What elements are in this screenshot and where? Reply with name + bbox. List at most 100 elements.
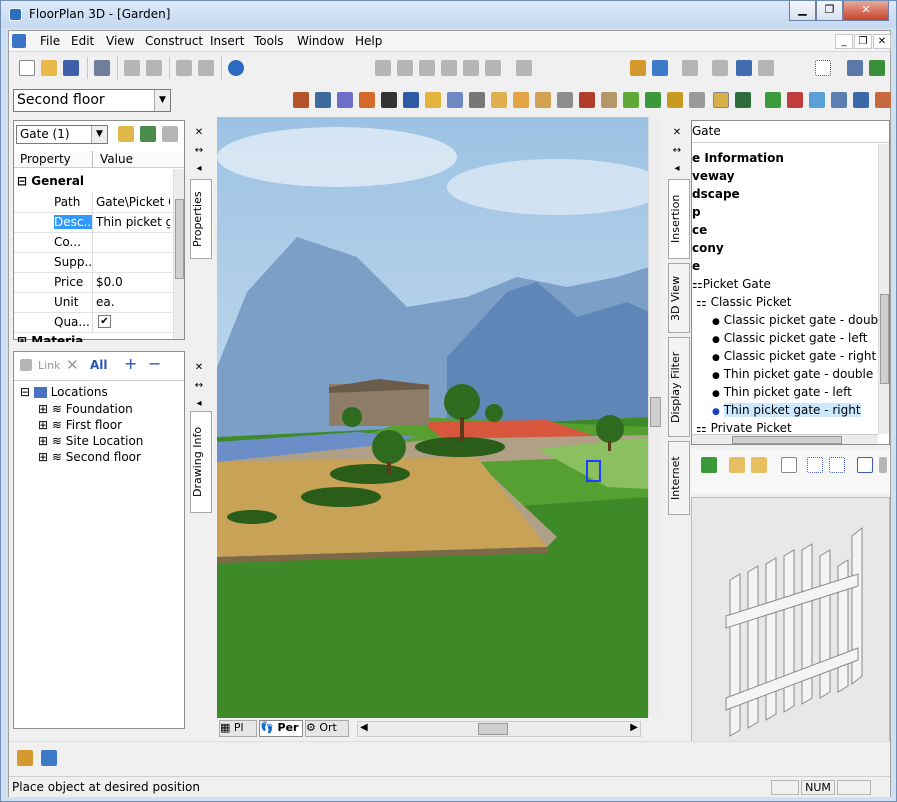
tab-drawing-info[interactable]: Drawing Info <box>190 411 212 513</box>
pointer-icon[interactable] <box>162 126 178 142</box>
text-tool-icon[interactable] <box>682 60 698 76</box>
panel-pin-controls-2[interactable]: ✕ ↔ ◂ <box>192 359 206 413</box>
menu-window[interactable]: Window <box>297 34 344 48</box>
paste-icon[interactable] <box>146 60 162 76</box>
tab-ortho[interactable]: ⚙ Ort <box>305 720 349 737</box>
paint-icon[interactable] <box>831 92 847 108</box>
insertion-vscrollbar[interactable] <box>878 144 889 434</box>
panel-pin-controls[interactable]: ✕ ↔ ◂ <box>192 124 206 178</box>
plant-icon[interactable] <box>735 92 751 108</box>
property-row[interactable]: Path Gate\Picket C <box>14 193 172 213</box>
fence-icon[interactable] <box>713 92 729 108</box>
menu-construct[interactable]: Construct <box>145 34 203 48</box>
eraser-icon[interactable] <box>712 60 728 76</box>
library-item[interactable]: ● Thin picket gate - right <box>712 403 861 417</box>
property-value[interactable]: Thin picket g <box>96 215 170 229</box>
measure-icon[interactable] <box>41 750 57 766</box>
scene-render[interactable] <box>217 117 649 718</box>
collapse-all-button[interactable]: − <box>148 354 161 373</box>
collapse-icon[interactable]: ⊟ <box>17 174 27 188</box>
menu-edit[interactable]: Edit <box>71 34 94 48</box>
right-pin-controls[interactable]: ✕ ↔ ◂ <box>670 124 684 178</box>
tab-insertion[interactable]: Insertion <box>668 179 690 259</box>
col-value[interactable]: Value <box>100 152 133 166</box>
property-row[interactable]: Price $0.0 <box>14 273 172 293</box>
property-row[interactable]: Co... <box>14 233 172 253</box>
mdi-minimize-button[interactable]: _ <box>835 34 853 49</box>
wall-icon[interactable] <box>337 92 353 108</box>
sort-icon[interactable] <box>857 457 873 473</box>
object-select[interactable]: Gate (1) ▼ <box>16 125 108 144</box>
group-material[interactable]: ⊞ Materia <box>17 334 83 342</box>
link-button[interactable]: Link <box>38 359 61 372</box>
expand-icon[interactable]: ⊞ <box>17 334 27 342</box>
menu-tools[interactable]: Tools <box>254 34 284 48</box>
appliance-icon[interactable] <box>557 92 573 108</box>
insertion-hscrollbar[interactable] <box>692 434 878 444</box>
library-item[interactable]: e Information <box>692 151 784 165</box>
expand-all-button[interactable]: + <box>124 354 137 373</box>
layout-icon[interactable] <box>847 60 863 76</box>
terrain-icon[interactable] <box>623 92 639 108</box>
all-button[interactable]: All <box>90 358 108 372</box>
delete-icon[interactable]: ✕ <box>66 356 79 374</box>
save-icon[interactable] <box>63 60 79 76</box>
property-row[interactable]: Qua... ✔ <box>14 313 172 333</box>
library-item[interactable]: cony <box>692 241 724 255</box>
expand-icon[interactable]: ⊞ <box>38 434 48 448</box>
property-row[interactable]: Supp... <box>14 253 172 273</box>
library-item[interactable]: ⚏Picket Gate <box>692 277 771 291</box>
tree-item[interactable]: ⊞ ≋ Foundation <box>38 402 133 416</box>
chevron-down-icon[interactable]: ▼ <box>91 126 107 143</box>
fireplace-icon[interactable] <box>579 92 595 108</box>
menu-file[interactable]: File <box>40 34 60 48</box>
tab-3d-view[interactable]: 3D View <box>668 263 690 333</box>
menu-view[interactable]: View <box>106 34 134 48</box>
print-icon[interactable] <box>94 60 110 76</box>
close-button[interactable]: ✕ <box>843 1 889 21</box>
light-icon[interactable] <box>765 92 781 108</box>
insert-icon[interactable] <box>701 457 717 473</box>
copy-item-icon[interactable] <box>781 457 797 473</box>
library-item[interactable]: p <box>692 205 701 219</box>
open-folder-icon[interactable] <box>41 60 57 76</box>
copy-icon[interactable] <box>124 60 140 76</box>
library-item[interactable]: dscape <box>692 187 740 201</box>
grid-icon[interactable] <box>815 60 831 76</box>
column-icon[interactable] <box>425 92 441 108</box>
schedule-icon[interactable] <box>736 60 752 76</box>
roof-icon[interactable] <box>359 92 375 108</box>
3d-viewport[interactable] <box>217 117 649 718</box>
expand-icon[interactable]: ⊞ <box>38 418 48 432</box>
tab-perspective[interactable]: 👣 Per <box>259 720 303 737</box>
folder-icon[interactable] <box>729 457 745 473</box>
property-value[interactable]: ✔ <box>98 315 111 328</box>
pan-icon[interactable] <box>441 60 457 76</box>
zoom-out-icon[interactable] <box>397 60 413 76</box>
library-item[interactable]: ⚏ Classic Picket <box>692 295 791 309</box>
more-icon[interactable] <box>879 457 887 473</box>
tripod-icon[interactable] <box>469 92 485 108</box>
redo-icon[interactable] <box>198 60 214 76</box>
library-item[interactable]: ● Classic picket gate - left <box>712 331 867 345</box>
library-item[interactable]: ● Classic picket gate - double <box>712 313 889 327</box>
tab-properties[interactable]: Properties <box>190 179 212 259</box>
zoom-in-icon[interactable] <box>375 60 391 76</box>
library-item[interactable]: ● Classic picket gate - right <box>712 349 876 363</box>
library-browser-icon[interactable] <box>17 750 33 766</box>
floor-select[interactable]: Second floor ▼ <box>13 89 171 112</box>
link-icon[interactable] <box>20 359 32 371</box>
box-icon[interactable] <box>491 92 507 108</box>
render-icon[interactable] <box>875 92 891 108</box>
select-none-icon[interactable] <box>829 457 845 473</box>
window-tool-icon[interactable] <box>315 92 331 108</box>
help-icon[interactable] <box>228 60 244 76</box>
furniture-icon[interactable] <box>601 92 617 108</box>
select-objects-icon[interactable] <box>118 126 134 142</box>
menu-insert[interactable]: Insert <box>210 34 244 48</box>
expand-icon[interactable]: ⊞ <box>38 450 48 464</box>
apply-icon[interactable] <box>140 126 156 142</box>
zoom-fit-icon[interactable] <box>485 60 501 76</box>
property-row[interactable]: Unit ea. <box>14 293 172 313</box>
library-icon[interactable] <box>630 60 646 76</box>
